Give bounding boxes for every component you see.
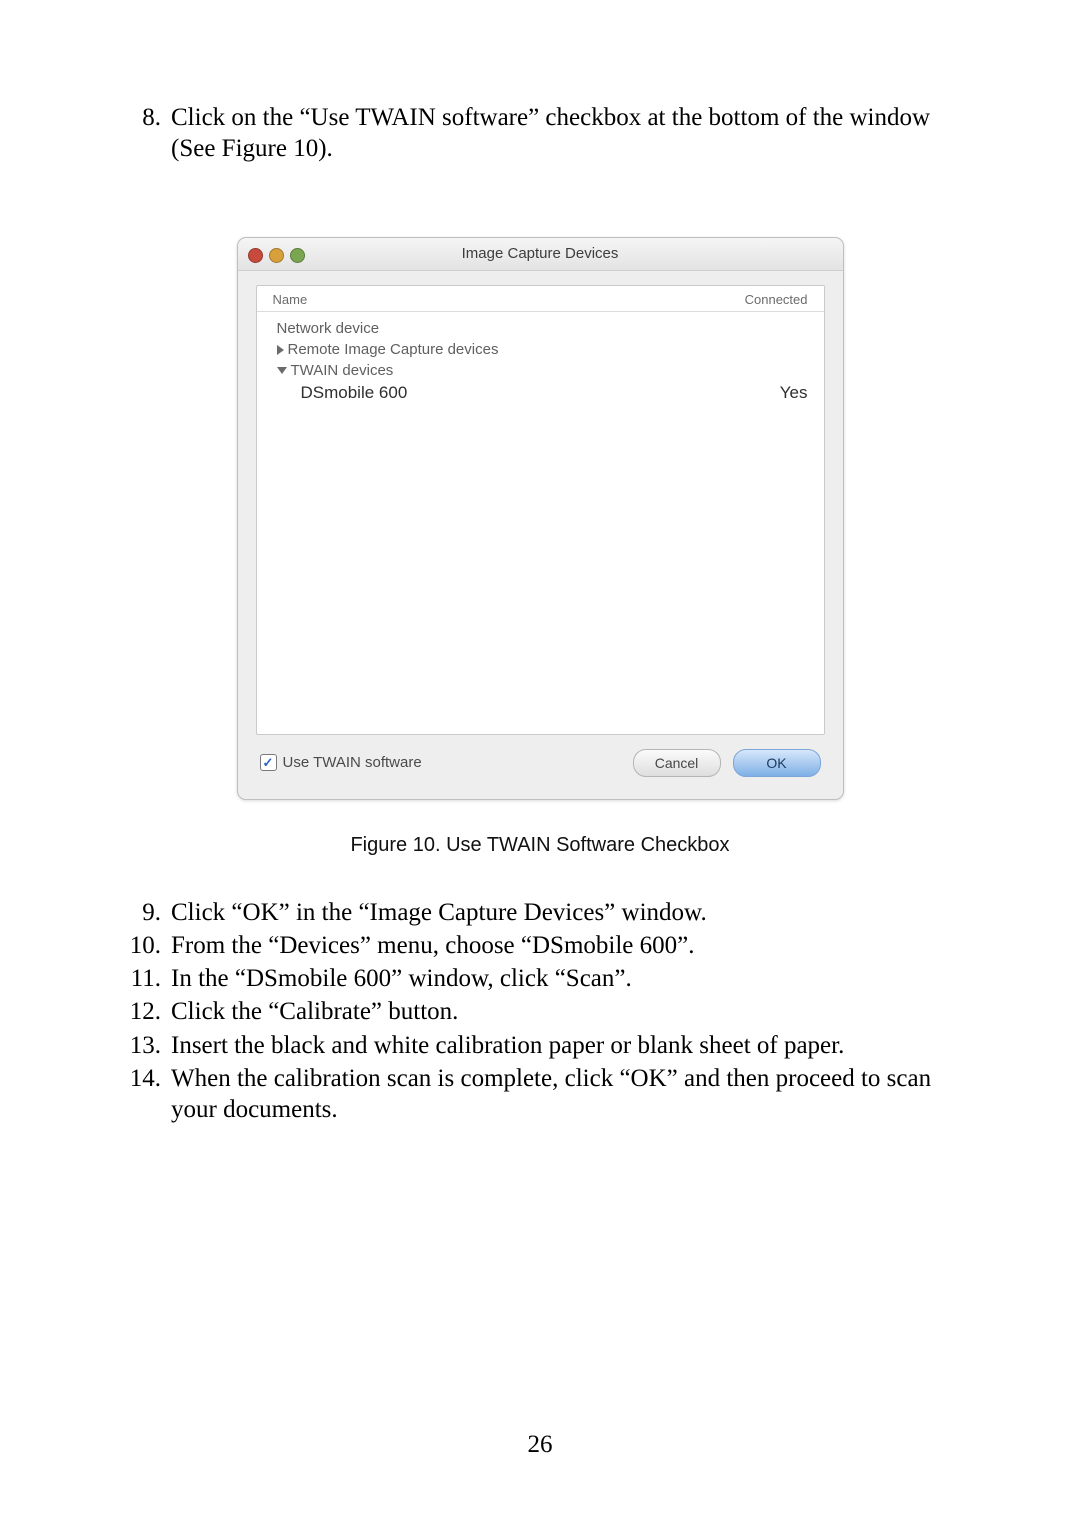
list-item-network[interactable]: Network device [273, 318, 808, 339]
checkbox-label: Use TWAIN software [283, 754, 422, 771]
step-text: Insert the black and white calibration p… [171, 1030, 974, 1061]
device-list: Name Connected Network device Remote Ima… [256, 285, 825, 735]
device-status: Yes [780, 383, 808, 403]
step-10: 10. From the “Devices” menu, choose “DSm… [106, 930, 974, 961]
traffic-lights [248, 248, 305, 263]
list-item-twain[interactable]: TWAIN devices [273, 360, 808, 381]
step-text: In the “DSmobile 600” window, click “Sca… [171, 963, 974, 994]
step-13: 13. Insert the black and white calibrati… [106, 1030, 974, 1061]
chevron-right-icon [277, 345, 284, 355]
step-text: Click on the “Use TWAIN software” checkb… [171, 102, 974, 165]
window-title: Image Capture Devices [462, 245, 619, 262]
list-item-dsmobile[interactable]: DSmobile 600 Yes [273, 381, 808, 405]
list-item-label: Network device [277, 320, 380, 337]
zoom-icon[interactable] [290, 248, 305, 263]
cancel-button[interactable]: Cancel [633, 749, 721, 777]
step-number: 13. [106, 1030, 171, 1061]
step-number: 8. [106, 102, 171, 165]
step-text: Click “OK” in the “Image Capture Devices… [171, 897, 974, 928]
figure-caption: Figure 10. Use TWAIN Software Checkbox [106, 834, 974, 857]
checkbox-icon: ✓ [260, 754, 277, 771]
col-name: Name [273, 292, 308, 307]
step-number: 14. [106, 1063, 171, 1126]
page-number: 26 [0, 1431, 1080, 1459]
step-12: 12. Click the “Calibrate” button. [106, 996, 974, 1027]
step-text: Click the “Calibrate” button. [171, 996, 974, 1027]
minimize-icon[interactable] [269, 248, 284, 263]
step-8: 8. Click on the “Use TWAIN software” che… [106, 102, 974, 165]
step-11: 11. In the “DSmobile 600” window, click … [106, 963, 974, 994]
ok-button[interactable]: OK [733, 749, 821, 777]
close-icon[interactable] [248, 248, 263, 263]
step-number: 10. [106, 930, 171, 961]
step-number: 9. [106, 897, 171, 928]
step-number: 11. [106, 963, 171, 994]
step-number: 12. [106, 996, 171, 1027]
step-text: When the calibration scan is complete, c… [171, 1063, 974, 1126]
figure-10: Image Capture Devices Name Connected Net… [106, 237, 974, 800]
list-item-label: TWAIN devices [277, 362, 394, 379]
image-capture-devices-window: Image Capture Devices Name Connected Net… [237, 237, 844, 800]
col-connected: Connected [745, 292, 808, 307]
device-name: DSmobile 600 [301, 383, 408, 403]
window-titlebar: Image Capture Devices [238, 238, 843, 271]
step-9: 9. Click “OK” in the “Image Capture Devi… [106, 897, 974, 928]
list-item-remote[interactable]: Remote Image Capture devices [273, 339, 808, 360]
list-header: Name Connected [257, 286, 824, 312]
step-text: From the “Devices” menu, choose “DSmobil… [171, 930, 974, 961]
list-item-label: Remote Image Capture devices [277, 341, 499, 358]
step-14: 14. When the calibration scan is complet… [106, 1063, 974, 1126]
chevron-down-icon [277, 367, 287, 374]
use-twain-checkbox[interactable]: ✓ Use TWAIN software [260, 754, 422, 771]
